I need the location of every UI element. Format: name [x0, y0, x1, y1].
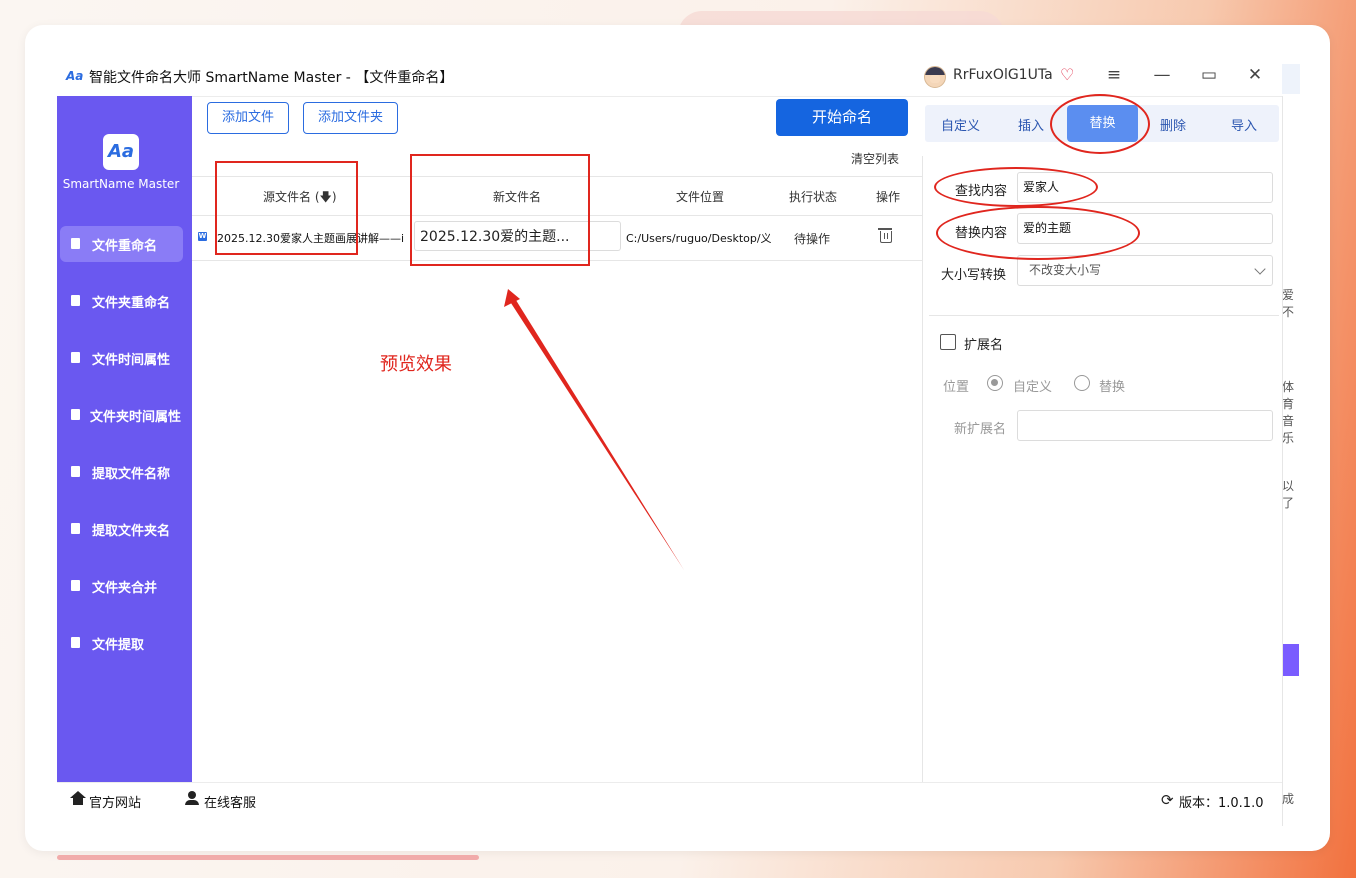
background-window: 爱不 体育 音乐 以了 成 [1282, 56, 1300, 826]
sidebar-item-label: 文件提取 [92, 638, 145, 653]
highlight-new-name-column [410, 154, 590, 266]
status-text: 待操作 [794, 232, 831, 246]
radio-replace[interactable] [1074, 375, 1090, 391]
tab-delete[interactable]: 删除 [1160, 115, 1186, 134]
radio-custom-label: 自定义 [1013, 380, 1053, 395]
sidebar-item-label: 文件夹重命名 [92, 296, 171, 311]
support-icon [185, 791, 199, 805]
new-extension-input[interactable] [1017, 410, 1273, 441]
chevron-down-icon [1254, 263, 1266, 275]
case-label: 大小写转换 [941, 268, 1007, 283]
sidebar-item-folder-merge[interactable]: 文件夹合并 [60, 568, 183, 604]
sidebar-item-file-rename[interactable]: 文件重命名 [60, 226, 183, 262]
document-icon [71, 295, 80, 306]
document-icon [71, 352, 80, 363]
version-text: 版本：1.0.1.0 [1179, 796, 1264, 811]
highlight-find-field [934, 167, 1098, 207]
document-icon [71, 466, 80, 477]
close-icon[interactable]: ✕ [1245, 65, 1265, 85]
background-text: 体育 [1282, 380, 1295, 411]
sidebar-item-folder-time[interactable]: 文件夹时间属性 [60, 397, 183, 433]
extension-checkbox[interactable] [940, 334, 956, 350]
sidebar-item-label: 提取文件名称 [92, 467, 171, 482]
radio-custom[interactable] [987, 375, 1003, 391]
sidebar-app-name: SmartName Master [62, 177, 180, 191]
background-bar [57, 855, 479, 860]
document-icon [71, 409, 80, 420]
background-text: 音乐 [1282, 414, 1295, 445]
sidebar-item-label: 文件重命名 [92, 239, 158, 254]
new-extension-label: 新扩展名 [954, 422, 1007, 437]
background-text: 以了 [1282, 479, 1295, 510]
column-header-status: 执行状态 [789, 190, 838, 204]
word-file-icon: W [198, 232, 207, 241]
document-icon [71, 238, 80, 249]
sidebar-item-label: 提取文件夹名 [92, 524, 171, 539]
title-bar: Aa 智能文件命名大师 SmartName Master - 【文件重命名】 R… [57, 56, 1282, 97]
case-select[interactable]: 不改变大小写 [1017, 255, 1273, 286]
background-text: 爱不 [1282, 288, 1295, 319]
column-header-location: 文件位置 [676, 190, 725, 204]
minimize-icon[interactable]: — [1152, 65, 1172, 85]
section-divider [929, 315, 1279, 316]
home-icon [70, 791, 86, 805]
trash-icon[interactable] [878, 228, 892, 243]
username[interactable]: RrFuxOlG1UTa [953, 67, 1053, 83]
background-button [1282, 644, 1299, 676]
add-folder-button[interactable]: 添加文件夹 [303, 102, 398, 134]
position-label: 位置 [943, 380, 970, 395]
avatar[interactable] [924, 66, 946, 88]
tab-custom[interactable]: 自定义 [941, 115, 980, 134]
sidebar-item-folder-rename[interactable]: 文件夹重命名 [60, 283, 183, 319]
radio-replace-label: 替换 [1099, 380, 1126, 395]
document-icon [71, 580, 80, 591]
window-title: 智能文件命名大师 SmartName Master - 【文件重命名】 [89, 70, 454, 86]
app-logo-icon: Aa [66, 69, 84, 83]
sidebar-item-file-time[interactable]: 文件时间属性 [60, 340, 183, 376]
refresh-icon[interactable]: ⟳ [1161, 793, 1174, 808]
document-icon [71, 523, 80, 534]
sidebar-item-label: 文件夹时间属性 [90, 410, 182, 425]
add-file-button[interactable]: 添加文件 [207, 102, 289, 134]
tab-import[interactable]: 导入 [1231, 115, 1257, 134]
tab-insert[interactable]: 插入 [1018, 115, 1044, 134]
background-window-header [1282, 64, 1300, 94]
highlight-replace-field [936, 206, 1140, 260]
online-support-link[interactable]: 在线客服 [204, 792, 256, 811]
vip-heart-icon[interactable]: ♡ [1060, 65, 1074, 84]
sidebar-item-label: 文件时间属性 [92, 353, 171, 368]
file-location: C:/Users/ruguo/Desktop/义 [626, 232, 771, 245]
extension-label: 扩展名 [964, 338, 1004, 353]
sidebar-item-extract-filename[interactable]: 提取文件名称 [60, 454, 183, 490]
official-website-link[interactable]: 官方网站 [89, 792, 141, 811]
sidebar-item-file-extract[interactable]: 文件提取 [60, 625, 183, 661]
column-header-action: 操作 [876, 190, 901, 204]
app-logo-icon: Aa [103, 134, 139, 170]
sidebar-item-label: 文件夹合并 [92, 581, 158, 596]
case-select-value: 不改变大小写 [1029, 263, 1102, 277]
maximize-icon[interactable]: ▭ [1199, 65, 1219, 85]
preview-effect-annotation: 预览效果 [380, 354, 452, 375]
background-text: 成 [1282, 792, 1295, 806]
sidebar-item-extract-foldername[interactable]: 提取文件夹名 [60, 511, 183, 547]
highlight-replace-tab [1050, 94, 1150, 154]
footer: 官方网站 在线客服 ⟳ 版本：1.0.1.0 [57, 782, 1282, 823]
sidebar: Aa SmartName Master 文件重命名 文件夹重命名 文件时间属性 … [57, 96, 192, 782]
document-icon [71, 637, 80, 648]
start-rename-button[interactable]: 开始命名 [776, 99, 908, 136]
menu-icon[interactable]: ≡ [1104, 65, 1124, 85]
highlight-source-column [215, 161, 358, 255]
clear-list-button[interactable]: 清空列表 [851, 150, 899, 167]
